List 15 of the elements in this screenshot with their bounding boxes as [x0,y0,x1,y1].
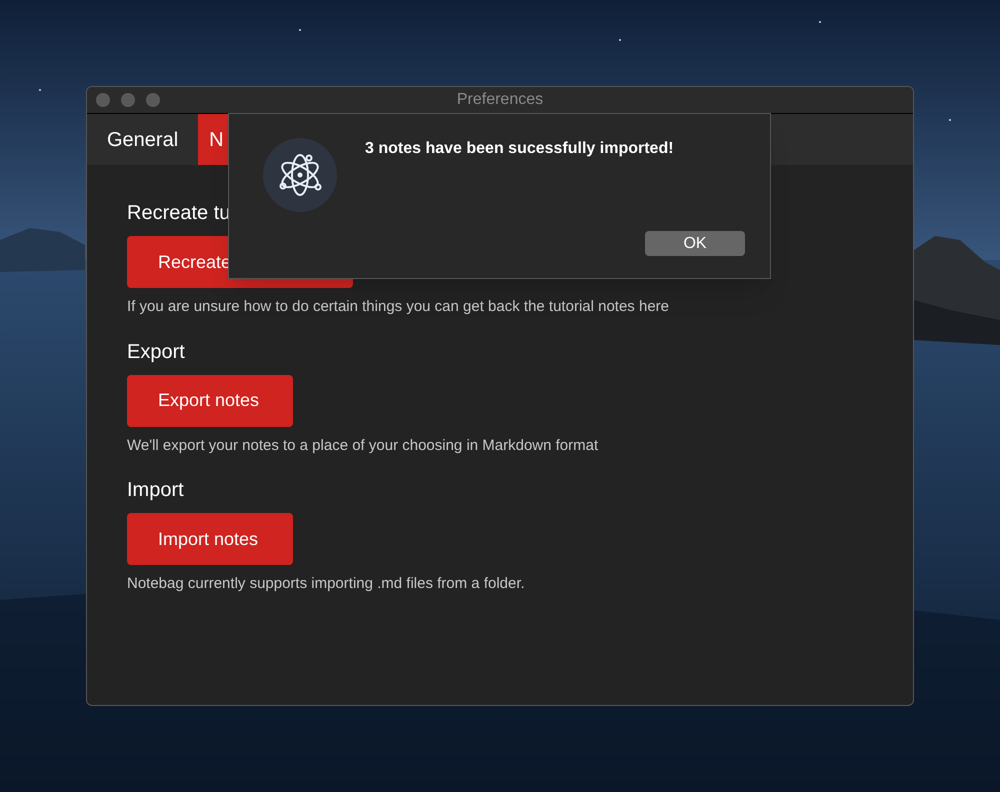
zoom-button[interactable] [146,93,160,107]
section-description: Notebag currently supports importing .md files from a folder. [127,574,526,594]
ok-button[interactable]: OK [645,231,745,256]
section-heading: Import [127,478,185,503]
window-title: Preferences [456,90,544,110]
close-button[interactable] [96,93,110,107]
action-button[interactable]: Export notes [127,374,293,426]
action-button[interactable]: Import notes [127,513,293,565]
section-description: If you are unsure how to do certain things you can get back the tutorial notes here [127,297,670,317]
section-description: We'll export your notes to a place of your choosing in Markdown format [127,436,600,456]
atom-icon [263,138,337,212]
tab[interactable]: General [87,114,198,165]
alert-message: 3 notes have been sucessfully imported! [365,139,675,159]
minimize-button[interactable] [121,93,135,107]
section-heading: Export [127,340,186,364]
